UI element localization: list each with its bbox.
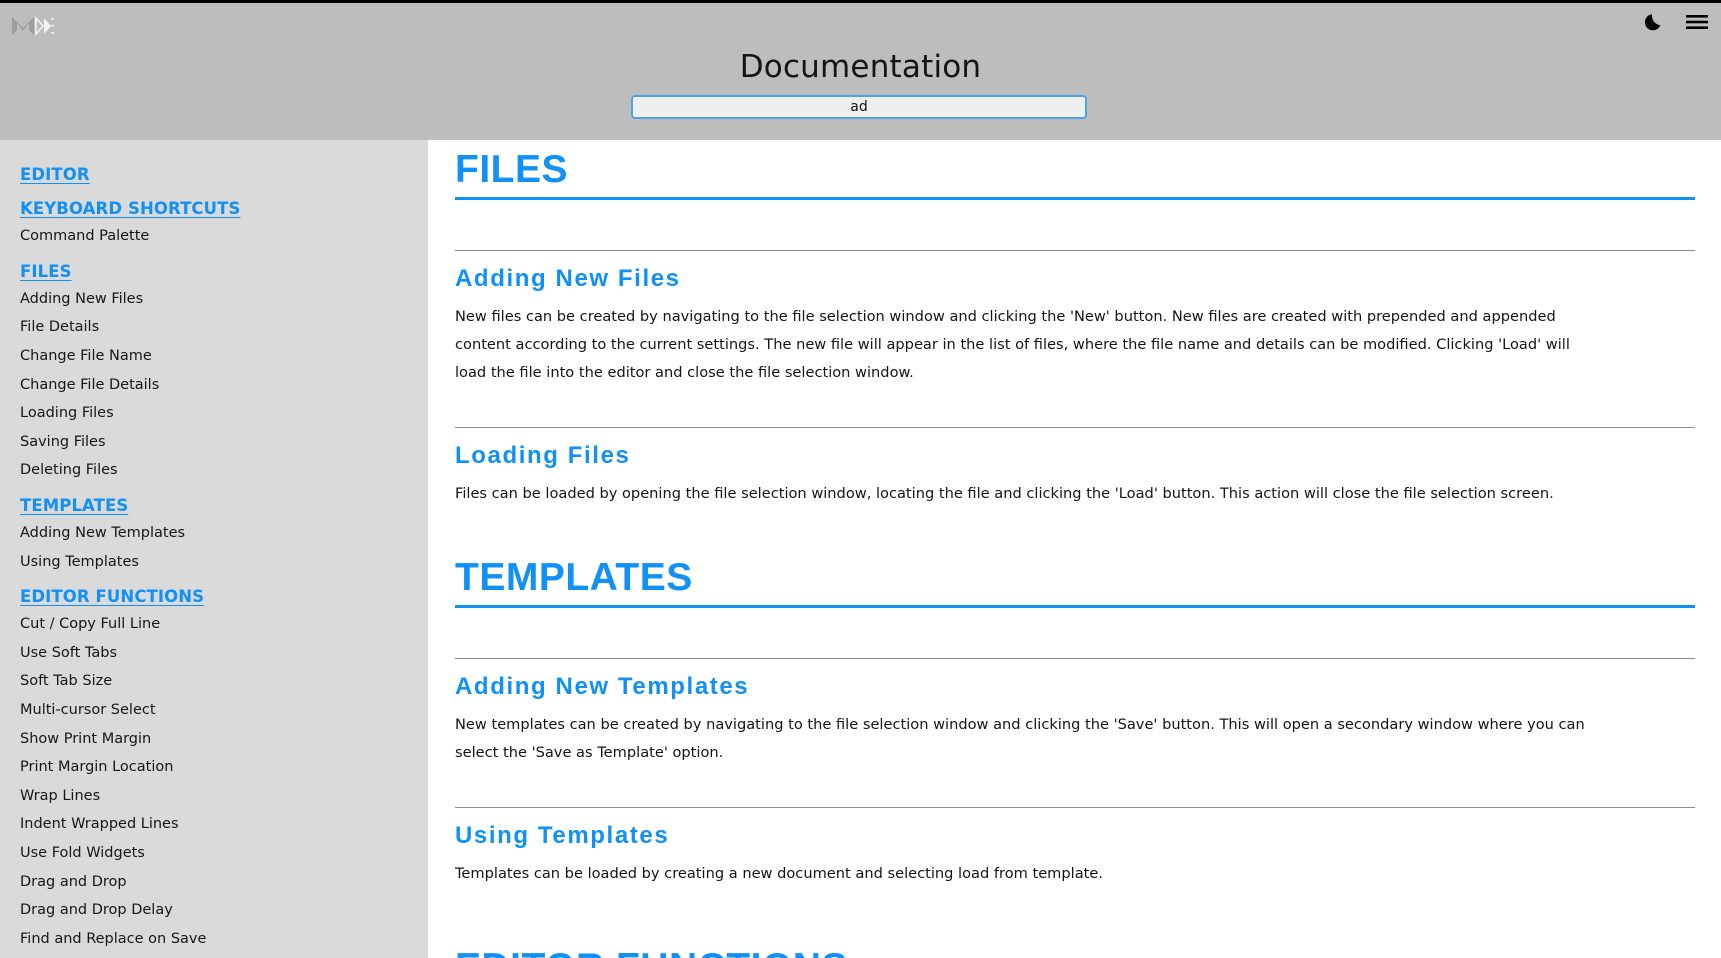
documentation-sidebar[interactable]: EDITOR KEYBOARD SHORTCUTS Command Palette F…	[0, 140, 428, 958]
sidebar-item-cut-copy-full-line[interactable]: Cut / Copy Full Line	[20, 610, 160, 639]
mde-logo-glyph	[12, 15, 54, 37]
sidebar-item-indent-wrapped-lines[interactable]: Indent Wrapped Lines	[20, 810, 179, 839]
sidebar-item-using-templates[interactable]: Using Templates	[20, 547, 139, 576]
sidebar-item-show-print-margin[interactable]: Show Print Margin	[20, 724, 151, 753]
paragraph-adding-new-templates: New templates can be created by navigati…	[455, 715, 1585, 761]
section-heading-editor-functions: EDITOR FUNCTIONS	[455, 938, 1695, 958]
app-header: Documentation	[0, 0, 1721, 140]
sidebar-item-find-and-replace-on-save[interactable]: Find and Replace on Save	[20, 924, 206, 953]
sidebar-item-command-palette[interactable]: Command Palette	[20, 222, 149, 251]
sidebar-item-use-soft-tabs[interactable]: Use Soft Tabs	[20, 639, 117, 668]
sidebar-item-drag-and-drop[interactable]: Drag and Drop	[20, 867, 127, 896]
paragraph-loading-files: Files can be loaded by opening the file …	[455, 484, 1554, 502]
sidebar-item-use-fold-widgets[interactable]: Use Fold Widgets	[20, 839, 145, 868]
sidebar-item-adding-new-templates[interactable]: Adding New Templates	[20, 519, 185, 548]
sidebar-item-drag-and-drop-delay[interactable]: Drag and Drop Delay	[20, 896, 173, 925]
paragraph-using-templates: Templates can be loaded by creating a ne…	[455, 864, 1103, 882]
sidebar-heading-templates[interactable]: TEMPLATES	[20, 485, 128, 519]
sidebar-heading-editor[interactable]: EDITOR	[20, 154, 90, 188]
hamburger-menu-icon[interactable]	[1685, 12, 1709, 32]
subsection-heading-adding-new-templates: Adding New Templates	[455, 672, 750, 700]
sidebar-item-wrap-lines[interactable]: Wrap Lines	[20, 782, 100, 811]
section-heading-templates: TEMPLATES	[455, 555, 693, 599]
sidebar-item-live-replacement[interactable]: Live Replacement	[20, 953, 150, 958]
sidebar-item-multi-cursor-select[interactable]: Multi-cursor Select	[20, 696, 156, 725]
search-input[interactable]	[631, 95, 1087, 119]
sidebar-item-change-file-details[interactable]: Change File Details	[20, 370, 159, 399]
sidebar-heading-files[interactable]: FILES	[20, 251, 72, 285]
documentation-content[interactable]: FILES Adding New Files New files can be …	[428, 140, 1721, 958]
paragraph-adding-new-files: New files can be created by navigating t…	[455, 307, 1570, 381]
search-box	[631, 95, 1087, 119]
sidebar-item-print-margin-location[interactable]: Print Margin Location	[20, 753, 173, 782]
sidebar-heading-keyboard-shortcuts[interactable]: KEYBOARD SHORTCUTS	[20, 188, 240, 222]
section-heading-files: FILES	[455, 148, 569, 191]
sidebar-item-adding-new-files[interactable]: Adding New Files	[20, 285, 143, 314]
sidebar-item-loading-files[interactable]: Loading Files	[20, 399, 114, 428]
sidebar-heading-editor-functions[interactable]: EDITOR FUNCTIONS	[20, 576, 204, 610]
sidebar-item-file-details[interactable]: File Details	[20, 313, 99, 342]
sidebar-item-deleting-files[interactable]: Deleting Files	[20, 456, 118, 485]
sidebar-item-change-file-name[interactable]: Change File Name	[20, 342, 152, 371]
sidebar-item-saving-files[interactable]: Saving Files	[20, 428, 106, 457]
page-title: Documentation	[739, 49, 982, 85]
subsection-heading-loading-files: Loading Files	[455, 441, 631, 469]
app-logo-icon[interactable]	[10, 13, 54, 39]
subsection-heading-adding-new-files: Adding New Files	[455, 264, 681, 292]
sidebar-item-soft-tab-size[interactable]: Soft Tab Size	[20, 667, 112, 696]
header-icon-group	[1643, 11, 1709, 33]
subsection-heading-using-templates: Using Templates	[455, 821, 670, 849]
moon-icon[interactable]	[1643, 11, 1665, 33]
